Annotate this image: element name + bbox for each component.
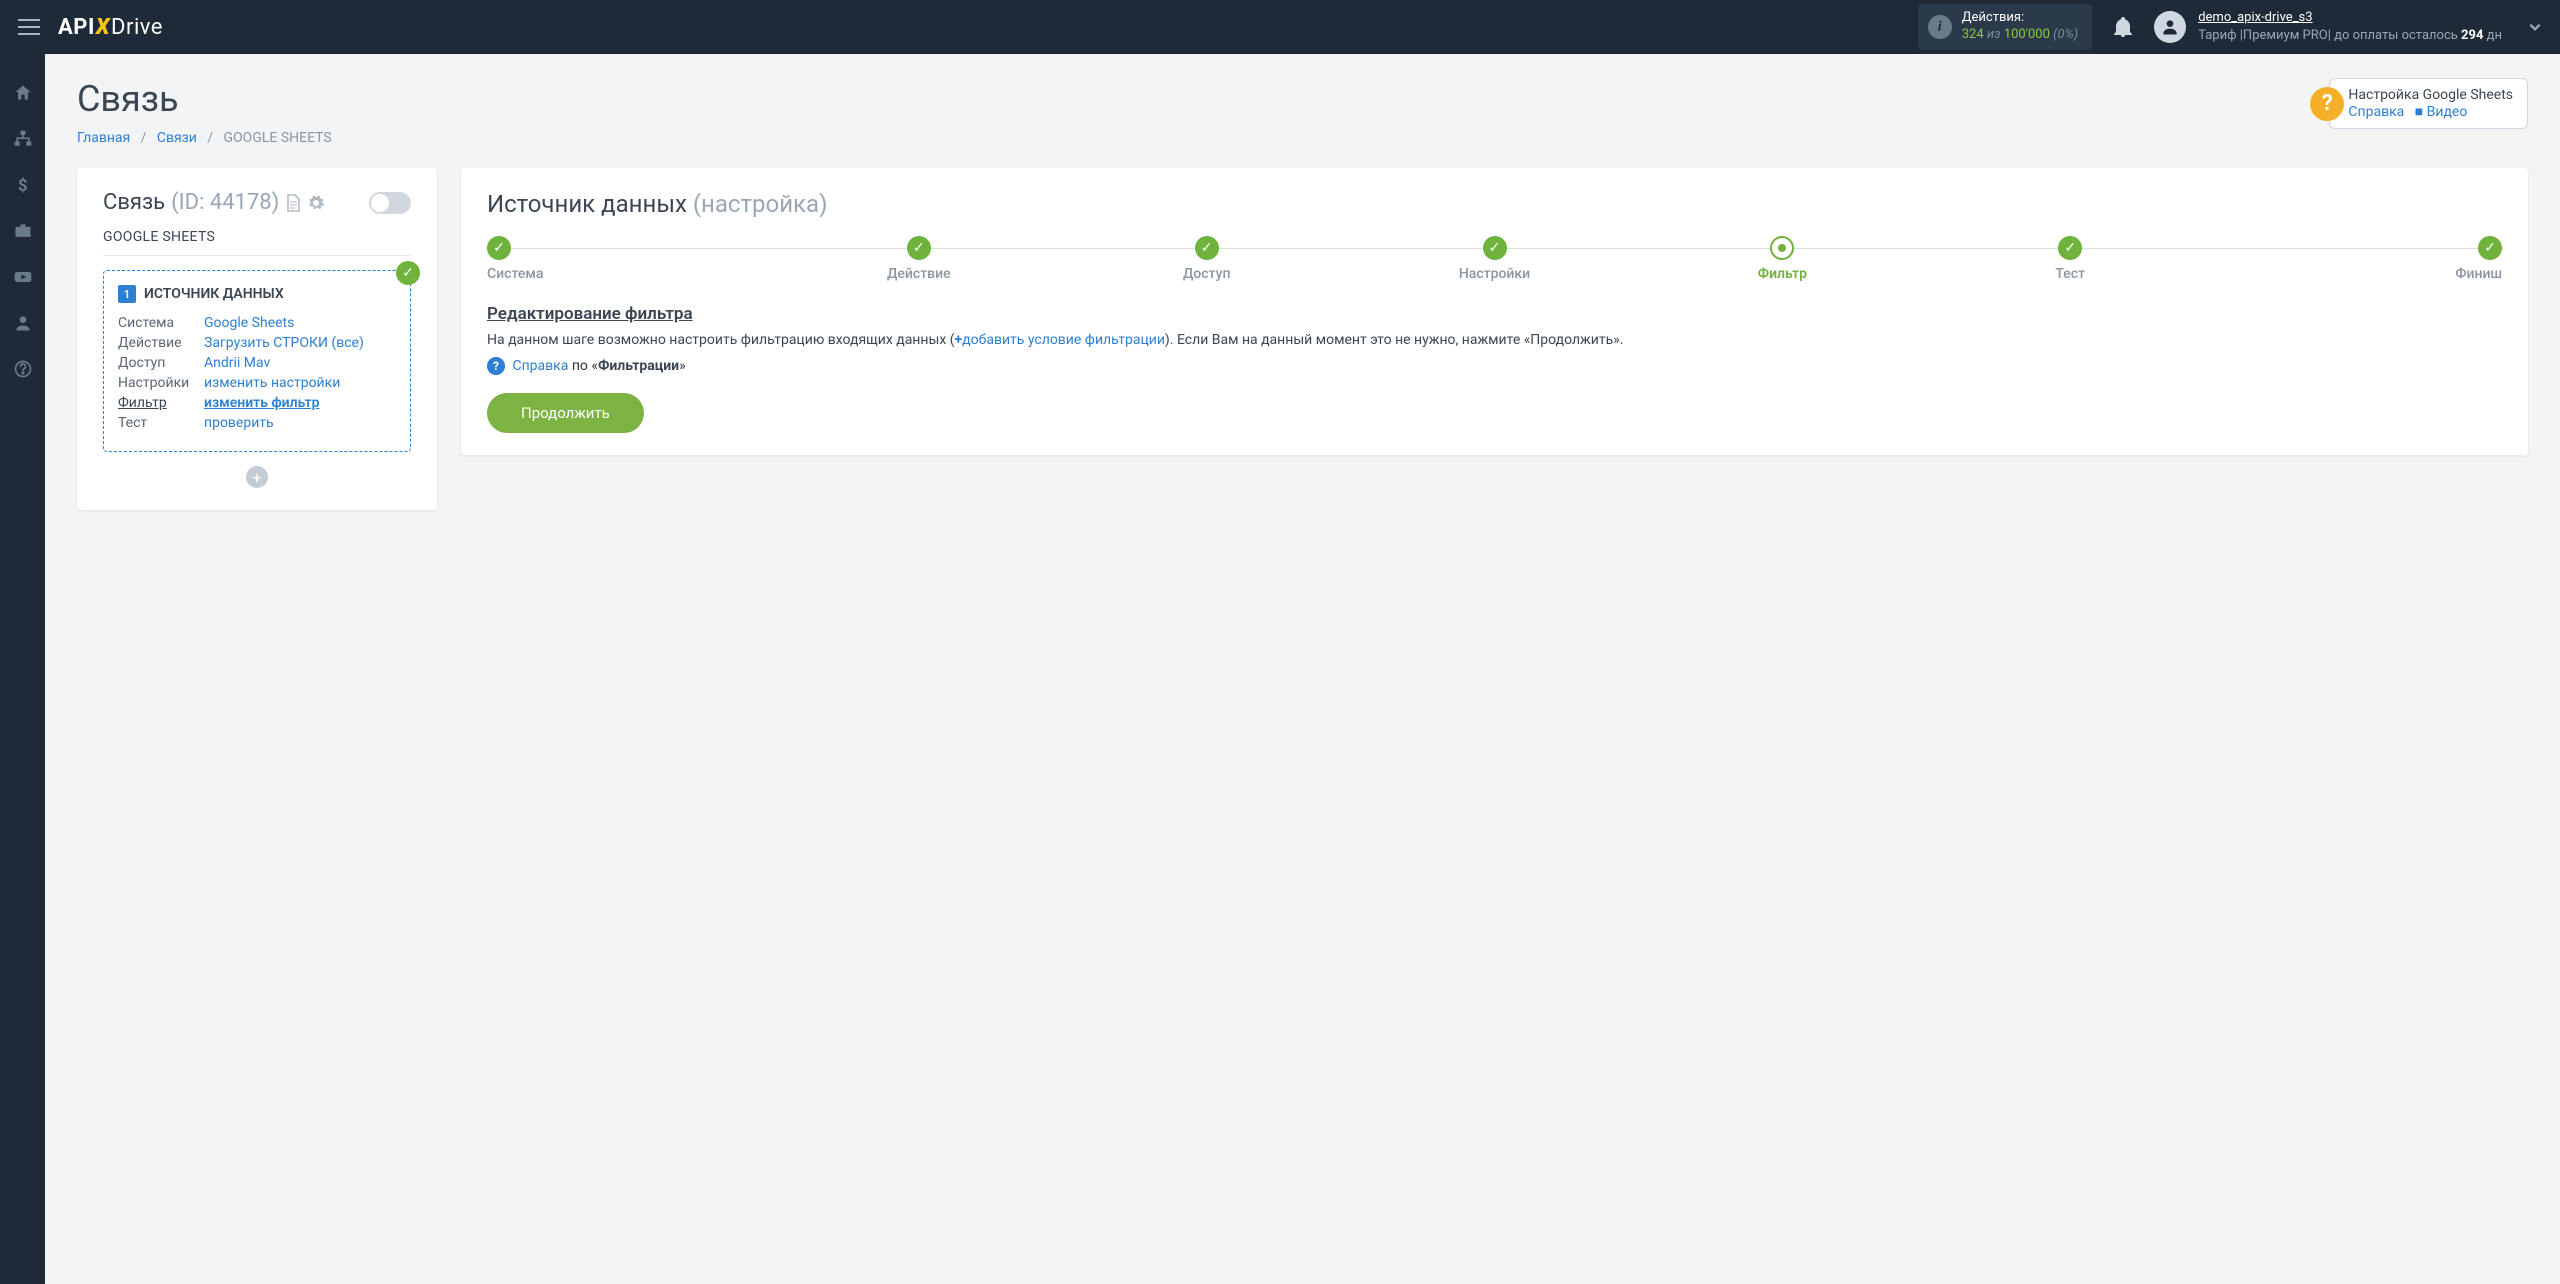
- sitemap-icon[interactable]: [12, 128, 34, 150]
- help-ref-link[interactable]: Справка: [2348, 104, 2404, 120]
- briefcase-icon[interactable]: [12, 220, 34, 242]
- user-icon[interactable]: [12, 312, 34, 334]
- dollar-icon[interactable]: $: [12, 174, 34, 196]
- conn-system: GOOGLE SHEETS: [103, 229, 411, 245]
- username: demo_apix-drive_s3: [2198, 9, 2502, 27]
- topbar: APIXDrive i Действия: 324 из 100'000 (0%…: [0, 0, 2560, 54]
- kv-link[interactable]: проверить: [204, 415, 274, 431]
- check-icon: ✓: [396, 261, 420, 285]
- help-card: ? Настройка Google Sheets Справка ■ Виде…: [2329, 78, 2528, 129]
- help-video-link[interactable]: Видео: [2427, 104, 2468, 120]
- kv-row: Тестпроверить: [118, 415, 396, 431]
- actions-counter[interactable]: i Действия: 324 из 100'000 (0%): [1918, 4, 2092, 50]
- user-block[interactable]: demo_apix-drive_s3 Тариф |Премиум PRO| д…: [2198, 9, 2502, 44]
- help-badge-icon[interactable]: ?: [2310, 87, 2344, 121]
- menu-icon[interactable]: [18, 19, 40, 35]
- enable-toggle[interactable]: [369, 192, 411, 214]
- help-line: ? Справка по «Фильтрации»: [487, 357, 2502, 375]
- kv-link[interactable]: Google Sheets: [204, 315, 294, 331]
- step-доступ[interactable]: ✓Доступ: [1063, 236, 1351, 282]
- kv-row: Настройкиизменить настройки: [118, 375, 396, 391]
- add-button[interactable]: +: [246, 466, 268, 488]
- breadcrumb: Главная / Связи / GOOGLE SHEETS: [77, 130, 332, 146]
- panel-connection: Связь (ID: 44178) GOOGLE SHEETS ✓ 1 ИСТО…: [77, 168, 437, 510]
- crumb-home[interactable]: Главная: [77, 130, 130, 146]
- video-icon[interactable]: [12, 266, 34, 288]
- logo[interactable]: APIXDrive: [58, 15, 163, 40]
- step-number-badge: 1: [118, 285, 136, 303]
- source-heading: 1 ИСТОЧНИК ДАННЫХ: [118, 285, 396, 303]
- section-desc: На данном шаге возможно настроить фильтр…: [487, 330, 2502, 351]
- kv-link[interactable]: изменить фильтр: [204, 395, 320, 411]
- page-title: Связь: [77, 78, 332, 120]
- gear-icon[interactable]: [307, 194, 325, 212]
- kv-row: ДействиеЗагрузить СТРОКИ (все): [118, 335, 396, 351]
- kv-link[interactable]: Загрузить СТРОКИ (все): [204, 335, 364, 351]
- stepper: ✓Система✓Действие✓Доступ✓НастройкиФильтр…: [487, 236, 2502, 282]
- crumb-current: GOOGLE SHEETS: [224, 130, 332, 146]
- actions-label: Действия:: [1962, 10, 2078, 27]
- info-icon: i: [1928, 15, 1952, 39]
- main-heading: Источник данных (настройка): [487, 190, 2502, 218]
- home-icon[interactable]: [12, 82, 34, 104]
- help-ref-inline[interactable]: Справка: [512, 358, 568, 374]
- conn-title: Связь: [103, 190, 165, 215]
- help-title: Настройка Google Sheets: [2348, 87, 2513, 103]
- kv-row: ДоступAndrii Mav: [118, 355, 396, 371]
- help-icon[interactable]: [12, 358, 34, 380]
- svg-text:$: $: [18, 177, 28, 195]
- crumb-links[interactable]: Связи: [157, 130, 197, 146]
- question-icon: ?: [487, 357, 505, 375]
- step-фильтр[interactable]: Фильтр: [1638, 236, 1926, 282]
- tariff: Тариф |Премиум PRO| до оплаты осталось 2…: [2198, 27, 2502, 45]
- continue-button[interactable]: Продолжить: [487, 393, 644, 433]
- add-filter-link[interactable]: добавить условие фильтрации: [962, 332, 1165, 348]
- sidenav: $: [0, 54, 45, 1284]
- panel-main: Источник данных (настройка) ✓Система✓Дей…: [461, 168, 2528, 455]
- chevron-down-icon[interactable]: [2528, 20, 2542, 34]
- section-title: Редактирование фильтра: [487, 304, 2502, 324]
- kv-link[interactable]: Andrii Mav: [204, 355, 270, 371]
- step-тест[interactable]: ✓Тест: [1926, 236, 2214, 282]
- step-система[interactable]: ✓Система: [487, 236, 775, 282]
- document-icon[interactable]: [285, 194, 301, 212]
- kv-link[interactable]: изменить настройки: [204, 375, 340, 391]
- conn-id: (ID: 44178): [171, 190, 279, 215]
- kv-row: Фильтризменить фильтр: [118, 395, 396, 411]
- source-box: ✓ 1 ИСТОЧНИК ДАННЫХ СистемаGoogle Sheets…: [103, 270, 411, 452]
- step-действие[interactable]: ✓Действие: [775, 236, 1063, 282]
- step-финиш[interactable]: ✓Финиш: [2214, 236, 2502, 282]
- kv-row: СистемаGoogle Sheets: [118, 315, 396, 331]
- bell-icon[interactable]: [2114, 17, 2132, 37]
- step-настройки[interactable]: ✓Настройки: [1351, 236, 1639, 282]
- avatar[interactable]: [2154, 11, 2186, 43]
